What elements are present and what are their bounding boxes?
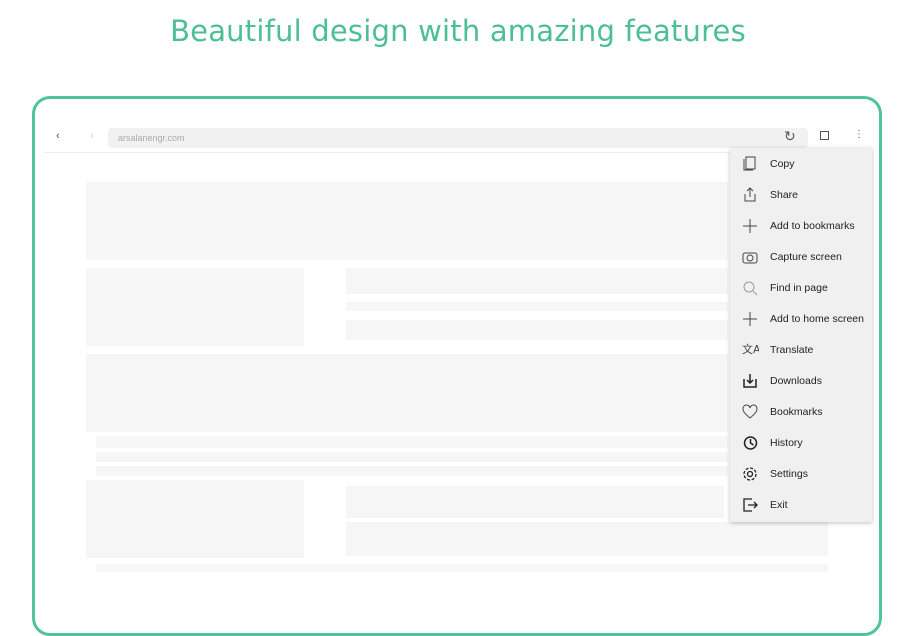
download-icon (730, 372, 770, 390)
skeleton-block (346, 302, 728, 311)
menu-item-label: Downloads (770, 375, 822, 387)
reload-icon[interactable]: ↻ (784, 128, 796, 145)
camera-icon (730, 248, 770, 266)
menu-item-label: Add to bookmarks (770, 220, 855, 232)
tabs-icon[interactable] (820, 131, 829, 140)
menu-item-downloads[interactable]: Downloads (730, 367, 872, 395)
menu-item-label: Bookmarks (770, 406, 823, 418)
menu-item-label: Exit (770, 499, 788, 511)
skeleton-block (86, 182, 728, 260)
url-text: arsalanengr.com (118, 133, 185, 143)
skeleton-block (96, 452, 728, 462)
menu-item-label: Find in page (770, 282, 828, 294)
browser-menu: Copy Share Add to bookmarks Capture screen F… (730, 148, 872, 522)
menu-item-label: Add to home screen (770, 313, 864, 325)
plus-icon (730, 310, 770, 328)
translate-icon: 文A (730, 341, 770, 359)
plus-icon (730, 217, 770, 235)
menu-item-label: History (770, 437, 803, 449)
gear-icon (730, 465, 770, 483)
skeleton-block (86, 480, 304, 558)
skeleton-block (96, 436, 728, 448)
menu-item-label: Translate (770, 344, 814, 356)
search-icon (730, 279, 770, 297)
menu-item-copy[interactable]: Copy (730, 150, 872, 178)
menu-item-label: Share (770, 189, 799, 201)
skeleton-block (346, 486, 724, 518)
heart-icon (730, 403, 770, 421)
back-button[interactable]: ‹ (56, 130, 60, 142)
address-bar[interactable]: arsalanengr.com (108, 128, 808, 148)
menu-item-share[interactable]: Share (730, 181, 872, 209)
menu-item-label: Capture screen (770, 251, 842, 263)
menu-item-label: Settings (770, 468, 808, 480)
skeleton-block (346, 268, 728, 294)
history-icon (730, 434, 770, 452)
menu-item-history[interactable]: History (730, 429, 872, 457)
skeleton-block (346, 522, 828, 556)
menu-item-add-to-home-screen[interactable]: Add to home screen (730, 305, 872, 333)
exit-icon (730, 496, 770, 514)
menu-item-capture-screen[interactable]: Capture screen (730, 243, 872, 271)
skeleton-block (86, 354, 728, 432)
share-icon (730, 186, 770, 204)
menu-item-exit[interactable]: Exit (730, 491, 872, 519)
skeleton-block (96, 564, 828, 572)
menu-item-bookmarks[interactable]: Bookmarks (730, 398, 872, 426)
svg-text:文A: 文A (742, 342, 759, 356)
skeleton-block (86, 268, 304, 346)
menu-item-translate[interactable]: 文A Translate (730, 336, 872, 364)
menu-item-label: Copy (770, 158, 795, 170)
menu-item-add-to-bookmarks[interactable]: Add to bookmarks (730, 212, 872, 240)
menu-item-settings[interactable]: Settings (730, 460, 872, 488)
more-vertical-icon[interactable]: ⋮ (854, 129, 864, 140)
copy-icon (730, 155, 770, 173)
skeleton-block (96, 466, 728, 476)
headline: Beautiful design with amazing features (170, 14, 746, 48)
skeleton-block (346, 320, 728, 340)
forward-button[interactable]: › (90, 130, 94, 142)
menu-item-find-in-page[interactable]: Find in page (730, 274, 872, 302)
